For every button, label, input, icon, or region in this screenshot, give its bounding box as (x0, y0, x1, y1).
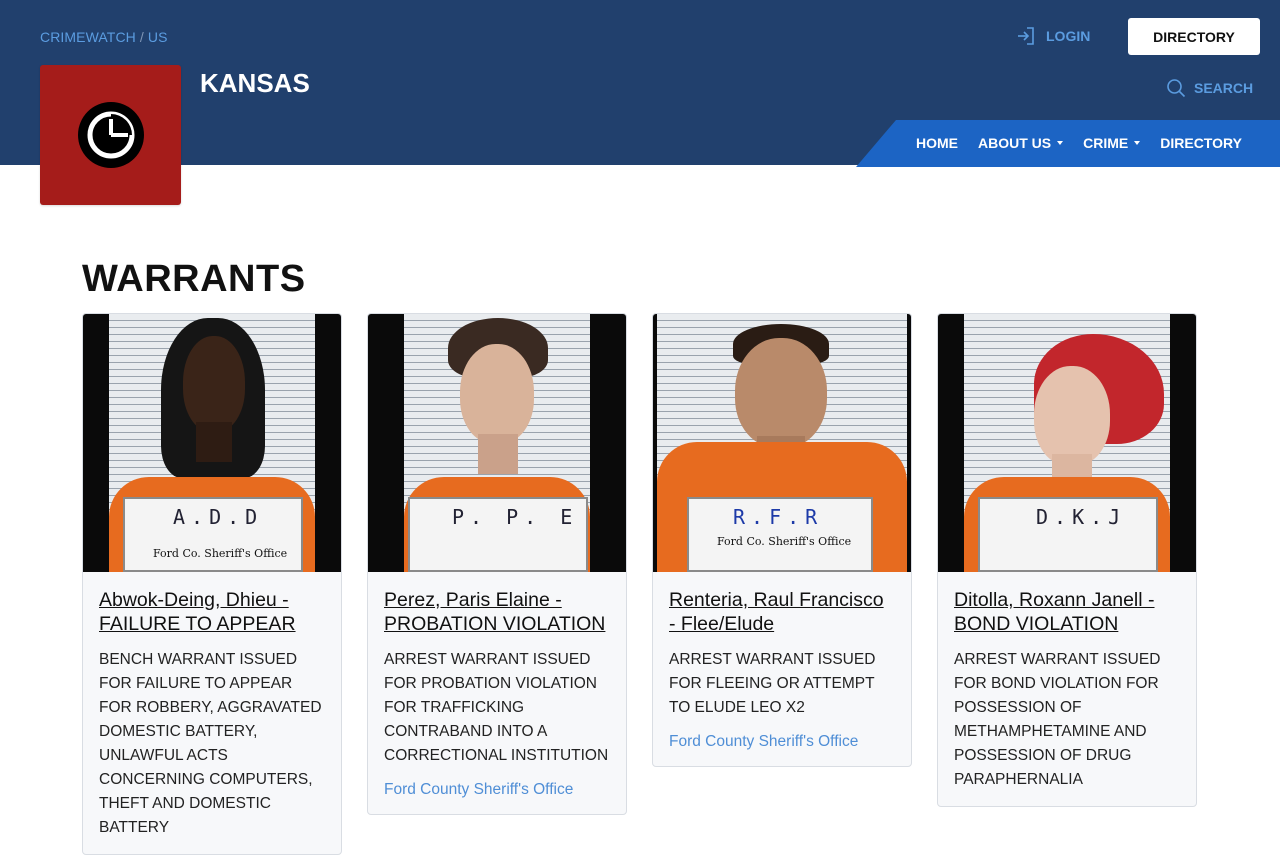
placard-initials: P. P. E (452, 505, 579, 529)
agency-link[interactable]: Ford County Sheriff's Office (669, 732, 895, 752)
breadcrumb-separator: / (139, 29, 144, 45)
face-shape (183, 336, 245, 432)
mugshot-photo[interactable]: R.F.R Ford Co. Sheriff's Office (653, 314, 911, 572)
warrant-title-link[interactable]: Abwok-Deing, Dhieu - FAILURE TO APPEAR (99, 588, 325, 636)
search-link[interactable]: SEARCH (1166, 78, 1253, 98)
booking-placard: A.D.D Ford Co. Sheriff's Office (123, 497, 303, 572)
nav-about-us[interactable]: ABOUT US (978, 135, 1064, 151)
placard-initials: A.D.D (173, 505, 264, 529)
directory-button[interactable]: DIRECTORY (1128, 18, 1260, 55)
nav-directory-label: DIRECTORY (1160, 135, 1242, 151)
mugshot-photo[interactable]: D.K.J (938, 314, 1196, 572)
warrant-description: ARREST WARRANT ISSUED FOR BOND VIOLATION… (954, 651, 1161, 788)
nav-home[interactable]: HOME (916, 135, 958, 151)
page-title: WARRANTS (82, 258, 306, 300)
breadcrumb: CRIMEWATCH / US (40, 29, 168, 45)
login-link[interactable]: LOGIN (1016, 26, 1090, 46)
neck-shape (196, 422, 232, 462)
placard-initials: R.F.R (733, 505, 824, 529)
warrant-card[interactable]: D.K.J Ditolla, Roxann Janell - BOND VIOL… (937, 313, 1197, 807)
site-title[interactable]: KANSAS (200, 68, 310, 99)
warrant-card[interactable]: A.D.D Ford Co. Sheriff's Office Abwok-De… (82, 313, 342, 855)
login-icon (1018, 27, 1034, 45)
search-label: SEARCH (1194, 80, 1254, 96)
booking-placard: R.F.R Ford Co. Sheriff's Office (687, 497, 873, 572)
mugshot-photo[interactable]: A.D.D Ford Co. Sheriff's Office (83, 314, 341, 572)
mugshot-photo[interactable]: P. P. E (368, 314, 626, 572)
breadcrumb-us-link[interactable]: US (148, 29, 168, 45)
warrant-title-link[interactable]: Ditolla, Roxann Janell - BOND VIOLATION (954, 588, 1180, 636)
caret-down-icon (1134, 141, 1141, 145)
nav-about-us-label: ABOUT US (978, 135, 1052, 151)
breadcrumb-crimewatch-link[interactable]: CRIMEWATCH (40, 29, 136, 45)
crimewatch-logo-icon (77, 102, 144, 168)
placard-initials: D.K.J (1036, 505, 1127, 529)
placard-office: Ford Co. Sheriff's Office (153, 547, 288, 560)
warrant-title-link[interactable]: Renteria, Raul Francisco - Flee/Elude (669, 588, 895, 636)
warrant-description: ARREST WARRANT ISSUED FOR FLEEING OR ATT… (669, 651, 876, 716)
face-shape (735, 338, 827, 448)
warrant-description: ARREST WARRANT ISSUED FOR PROBATION VIOL… (384, 651, 609, 764)
face-shape (460, 344, 534, 444)
site-logo[interactable] (40, 65, 181, 205)
search-icon (1167, 79, 1186, 98)
neck-shape (478, 434, 518, 474)
nav-crime-label: CRIME (1083, 135, 1129, 151)
face-shape (1034, 366, 1110, 466)
warrant-title-link[interactable]: Perez, Paris Elaine - PROBATION VIOLATIO… (384, 588, 610, 636)
warrant-description: BENCH WARRANT ISSUED FOR FAILURE TO APPE… (99, 651, 322, 836)
placard-office: Ford Co. Sheriff's Office (717, 535, 852, 548)
warrant-card[interactable]: P. P. E Perez, Paris Elaine - PROBATION … (367, 313, 627, 815)
booking-placard: D.K.J (978, 497, 1158, 572)
agency-link[interactable]: Ford County Sheriff's Office (384, 780, 610, 800)
warrant-card[interactable]: R.F.R Ford Co. Sheriff's Office Renteria… (652, 313, 912, 767)
nav-crime[interactable]: CRIME (1083, 135, 1141, 151)
main-nav: HOME ABOUT US CRIME DIRECTORY (856, 120, 1280, 167)
booking-placard: P. P. E (408, 497, 588, 572)
nav-home-label: HOME (916, 135, 958, 151)
login-label: LOGIN (1046, 28, 1091, 44)
nav-directory[interactable]: DIRECTORY (1160, 135, 1242, 151)
caret-down-icon (1057, 141, 1064, 145)
